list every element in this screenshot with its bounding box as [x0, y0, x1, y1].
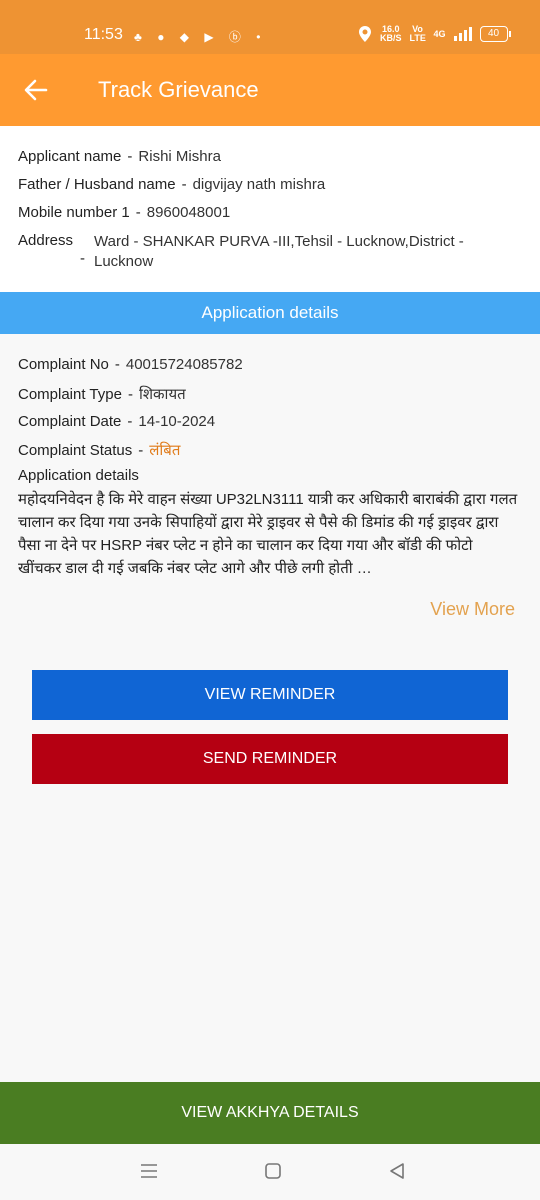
father-name-row: Father / Husband name - digvijay nath mish…: [18, 176, 326, 193]
app-bar: Track Grievance: [0, 54, 540, 126]
complaint-type-value: शिकायत: [138, 386, 186, 403]
network-type: 4G: [433, 28, 446, 39]
page-title: Track Grievance: [98, 77, 259, 102]
address-value: Ward - SHANKAR PURVA -III,Tehsil - Luckn…: [94, 233, 464, 270]
complaint-date-value: 14-10-2024: [138, 413, 216, 430]
applicant-name-value: Rishi Mishra: [138, 148, 221, 165]
mobile-number-value: 8960048001: [146, 204, 231, 221]
address-separator: -: [80, 250, 85, 267]
complaint-type-row: Complaint Type - शिकायत: [18, 386, 186, 403]
location-icon: [359, 26, 371, 42]
complaint-status-value: लंबित: [149, 442, 181, 459]
applicant-info-card: Applicant name - Rishi Mishra Father / Hus…: [0, 126, 540, 292]
application-details-label: Application details: [18, 467, 139, 484]
menu-icon[interactable]: [140, 1162, 158, 1180]
address-label: Address: [18, 232, 74, 249]
back-icon[interactable]: [388, 1162, 406, 1180]
notification-icons: ♣ ● ◆ ▶ ⓑ •: [134, 30, 267, 44]
signal-icon: [453, 27, 472, 41]
status-bar: 11:53 ♣ ● ◆ ▶ ⓑ • 16.0 KB/S Vo LTE 4G 40: [0, 0, 540, 54]
application-details-text: महोदयनिवेदन है कि मेरे वाहन संख्या UP32L…: [18, 491, 518, 577]
volte-indicator: Vo LTE: [409, 24, 426, 43]
complaint-no-row: Complaint No -40015724085782: [18, 356, 243, 373]
complaint-status-row: Complaint Status - लंबित: [18, 442, 181, 459]
mobile-number-row: Mobile number 1-8960048001: [18, 204, 231, 221]
complaint-no-value: 40015724085782: [125, 356, 243, 373]
view-reminder-button[interactable]: VIEW REMINDER: [32, 670, 508, 720]
view-more-link[interactable]: View More: [430, 599, 515, 620]
status-time: 11:53: [84, 26, 123, 43]
status-right-icons: 16.0 KB/S Vo LTE 4G 40: [358, 22, 511, 46]
complaint-details: Complaint No -40015724085782 Complaint Ty…: [0, 334, 540, 634]
battery-icon: 40: [479, 26, 511, 42]
father-name-value: digvijay nath mishra: [192, 176, 326, 193]
home-icon[interactable]: [264, 1162, 282, 1180]
system-nav-bar: [0, 1144, 540, 1200]
application-details-header: Application details: [0, 292, 540, 334]
back-arrow-icon[interactable]: [22, 76, 50, 104]
network-speed: 16.0 KB/S: [380, 24, 402, 43]
send-reminder-button[interactable]: SEND REMINDER: [32, 734, 508, 784]
complaint-date-row: Complaint Date -14-10-2024: [18, 413, 216, 430]
applicant-name-row: Applicant name - Rishi Mishra: [18, 148, 221, 165]
view-akkhya-details-button[interactable]: VIEW AKKHYA DETAILS: [0, 1082, 540, 1144]
